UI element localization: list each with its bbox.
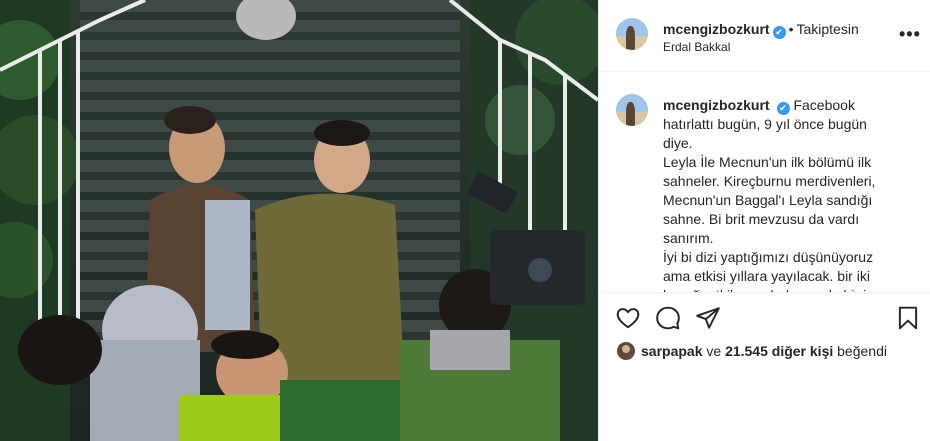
author-avatar[interactable] (616, 18, 648, 50)
scene-illustration (0, 0, 598, 441)
caption-username[interactable]: mcengizbozkurt (663, 97, 770, 113)
heart-icon[interactable] (615, 305, 641, 331)
likes-connector: ve (706, 343, 722, 359)
likes-summary: sarpapak ve 21.545 diğer kişi beğendi (617, 340, 887, 362)
comment-icon[interactable] (655, 305, 681, 331)
verified-badge-icon: ✔ (772, 26, 786, 39)
ellipsis-icon[interactable]: ••• (899, 24, 921, 45)
caption-line-3: İyi bi dizi yaptığımızı düşünüyoruz ama … (663, 249, 874, 292)
follow-status[interactable]: Takiptesin (796, 21, 858, 37)
caption-line-2: Leyla İle Mecnun'un ilk bölümü ilk sahne… (663, 154, 876, 246)
post-location[interactable]: Erdal Bakkal (663, 40, 730, 54)
post-photo[interactable] (0, 0, 598, 441)
likes-count[interactable]: 21.545 diğer kişi (725, 343, 833, 359)
bookmark-icon[interactable] (895, 305, 921, 331)
caption-author-avatar[interactable] (616, 94, 648, 126)
first-liker[interactable]: sarpapak (641, 343, 702, 359)
post-details-panel: mcengizbozkurt ✔ • Takiptesin Erdal Bakkal … (598, 0, 930, 441)
action-bar (599, 292, 930, 342)
author-line: mcengizbozkurt ✔ • Takiptesin (663, 20, 859, 39)
likes-suffix: beğendi (837, 343, 887, 359)
paper-plane-icon[interactable] (695, 305, 721, 331)
caption-verified-badge-icon: ✔ (776, 102, 790, 115)
liker-avatar[interactable] (617, 342, 635, 360)
post-caption: mcengizbozkurt ✔ Facebook hatırlattı bugü… (663, 96, 895, 292)
author-username[interactable]: mcengizbozkurt (663, 21, 770, 37)
post-header: mcengizbozkurt ✔ • Takiptesin Erdal Bakkal … (599, 0, 930, 72)
separator-dot: • (788, 21, 794, 37)
